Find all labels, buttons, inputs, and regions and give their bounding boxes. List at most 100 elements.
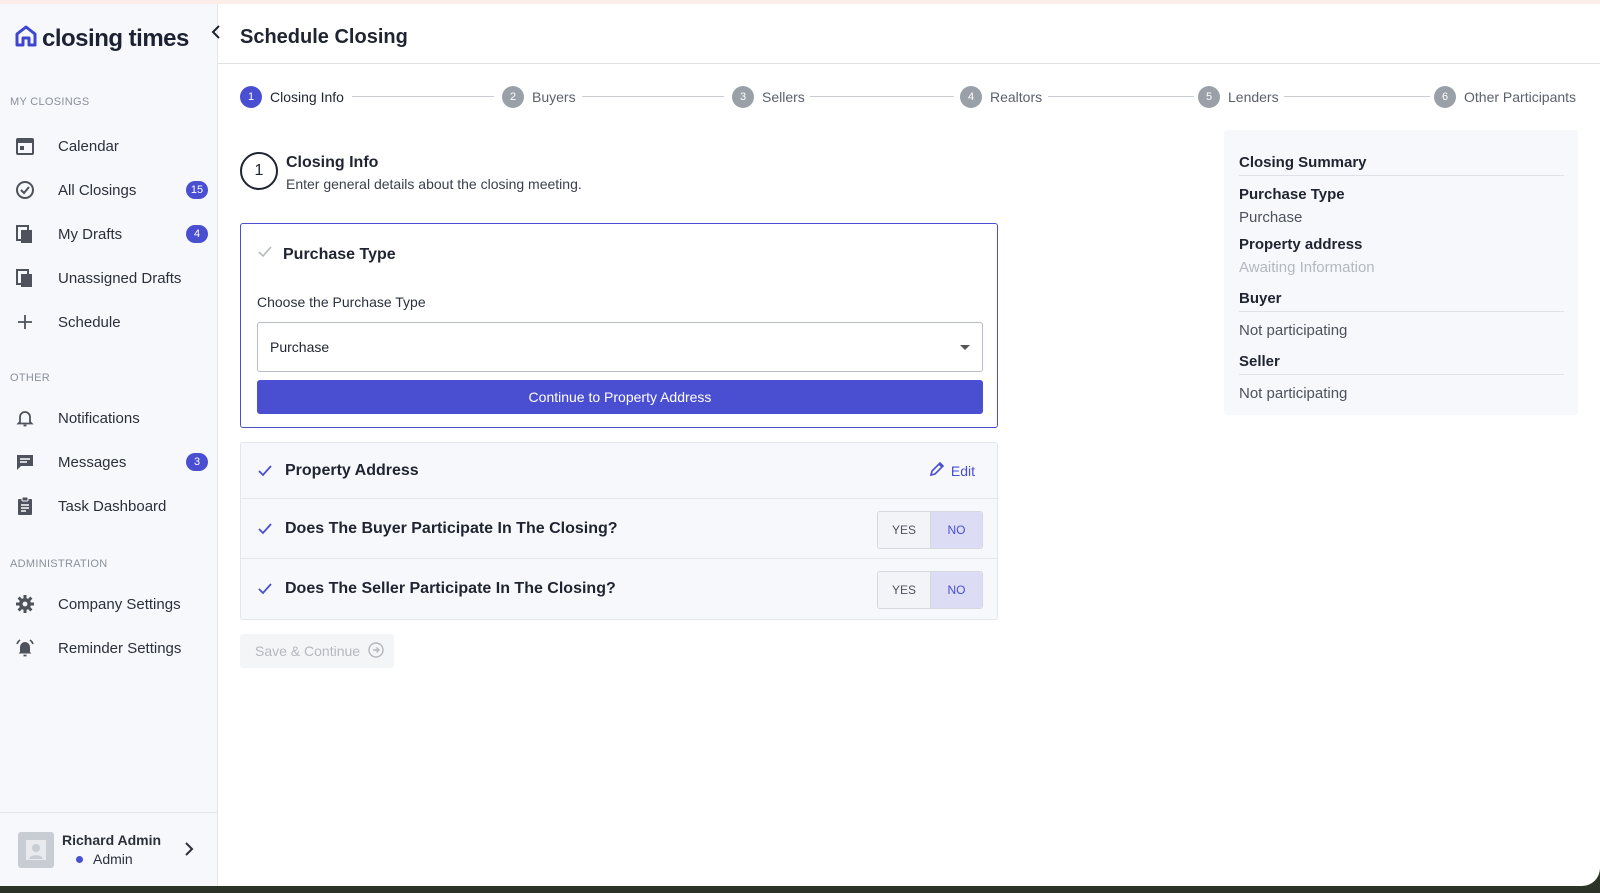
step-buyers[interactable]: 2 Buyers (502, 85, 576, 109)
step-connector (810, 96, 954, 97)
save-and-continue-button[interactable]: Save & Continue (240, 634, 394, 668)
sidebar-item-my-drafts[interactable]: My Drafts 4 (0, 214, 218, 254)
sidebar-item-label: My Drafts (58, 225, 123, 243)
step-number: 2 (502, 86, 524, 108)
documents-icon (14, 223, 36, 245)
gear-icon (14, 593, 36, 615)
sidebar-item-reminder-settings[interactable]: Reminder Settings (0, 628, 218, 668)
yes-button[interactable]: YES (878, 512, 930, 548)
sidebar-item-label: Unassigned Drafts (58, 269, 182, 287)
row-title: Property Address (285, 461, 419, 479)
summary-property-address-value: Awaiting Information (1239, 259, 1375, 276)
sidebar-item-label: All Closings (58, 181, 137, 199)
edit-button[interactable]: Edit (929, 461, 975, 480)
step-sellers[interactable]: 3 Sellers (732, 85, 805, 109)
step-closing-info[interactable]: 1 Closing Info (240, 85, 344, 109)
bell-icon (14, 407, 36, 429)
step-label: Buyers (532, 89, 576, 105)
step-number: 4 (960, 86, 982, 108)
sidebar-item-task-dashboard[interactable]: Task Dashboard (0, 486, 218, 526)
step-lenders[interactable]: 5 Lenders (1198, 85, 1279, 109)
purchase-type-select[interactable]: Purchase (257, 322, 983, 372)
status-dot (76, 855, 83, 863)
step-realtors[interactable]: 4 Realtors (960, 85, 1042, 109)
stepper: 1 Closing Info 2 Buyers 3 Sellers 4 Real… (240, 85, 1580, 109)
check-icon (257, 244, 273, 265)
step-connector (352, 96, 494, 97)
sidebar-item-label: Messages (58, 453, 127, 471)
sidebar: closing times MY CLOSINGS Calendar All C… (0, 4, 218, 886)
logo[interactable]: closing times (14, 24, 189, 53)
section-title-my-closings: MY CLOSINGS (10, 96, 90, 108)
sidebar-item-all-closings[interactable]: All Closings 15 (0, 170, 218, 210)
sidebar-item-schedule[interactable]: Schedule (0, 302, 218, 342)
pencil-icon (929, 461, 945, 480)
sidebar-item-label: Company Settings (58, 595, 181, 613)
edit-label: Edit (950, 462, 975, 479)
step-label: Closing Info (270, 89, 344, 105)
step-number: 5 (1198, 86, 1220, 108)
section-number: 1 (240, 152, 278, 190)
user-name: Richard Admin (62, 832, 162, 848)
check-circle-icon (14, 179, 36, 201)
count-badge: 3 (186, 453, 208, 471)
clipboard-icon (14, 495, 36, 517)
sidebar-item-calendar[interactable]: Calendar (0, 126, 218, 166)
step-label: Sellers (762, 89, 805, 105)
step-other-participants[interactable]: 6 Other Participants (1434, 85, 1576, 109)
yes-button[interactable]: YES (878, 572, 930, 608)
sidebar-item-label: Schedule (58, 313, 121, 331)
sidebar-item-company-settings[interactable]: Company Settings (0, 584, 218, 624)
seller-yes-no-toggle: YES NO (877, 571, 983, 609)
section-title: Closing Info (286, 154, 379, 171)
header: Schedule Closing (218, 4, 1600, 64)
continue-to-property-address-button[interactable]: Continue to Property Address (257, 380, 983, 414)
summary-purchase-type-label: Purchase Type (1239, 186, 1345, 203)
check-icon (257, 581, 277, 597)
page-title: Schedule Closing (240, 26, 408, 48)
no-button[interactable]: NO (930, 512, 982, 548)
house-logo-icon (14, 24, 38, 53)
buyer-yes-no-toggle: YES NO (877, 511, 983, 549)
sidebar-item-label: Reminder Settings (58, 639, 182, 657)
summary-seller-label: Seller (1239, 353, 1564, 375)
sidebar-item-messages[interactable]: Messages 3 (0, 442, 218, 482)
step-number: 1 (240, 86, 262, 108)
summary-buyer-value: Not participating (1239, 322, 1348, 339)
arrow-circle-right-icon (368, 641, 384, 661)
step-connector (582, 96, 724, 97)
step-connector (1284, 96, 1430, 97)
chevron-left-icon (211, 24, 221, 44)
closing-summary-panel: Closing Summary Purchase Type Purchase P… (1224, 130, 1578, 415)
logo-text: closing times (42, 24, 189, 52)
summary-title: Closing Summary (1239, 154, 1564, 176)
collapse-sidebar-button[interactable] (204, 22, 228, 46)
section-title-other: OTHER (10, 372, 50, 384)
step-label: Lenders (1228, 89, 1279, 105)
step-label: Other Participants (1464, 89, 1577, 105)
step-number: 3 (732, 86, 754, 108)
user-menu[interactable]: Richard Admin Admin (0, 812, 218, 886)
property-address-row: Property Address Edit (241, 443, 997, 499)
sidebar-item-notifications[interactable]: Notifications (0, 398, 218, 438)
no-button[interactable]: NO (930, 572, 982, 608)
save-label: Save & Continue (255, 643, 361, 659)
completed-steps-list: Property Address Edit Does The Buyer Par… (240, 442, 998, 620)
chevron-right-icon (184, 842, 194, 861)
seller-participation-row: Does The Seller Participate In The Closi… (241, 559, 997, 619)
sidebar-item-unassigned-drafts[interactable]: Unassigned Drafts (0, 258, 218, 298)
summary-purchase-type-value: Purchase (1239, 209, 1303, 226)
section-subtitle: Enter general details about the closing … (286, 176, 582, 192)
summary-seller-value: Not participating (1239, 385, 1348, 402)
bell-ring-icon (14, 637, 36, 659)
card-title: Purchase Type (283, 245, 396, 263)
section-heading: 1 Closing Info Enter general details abo… (240, 152, 582, 192)
count-badge: 15 (186, 181, 208, 199)
select-value: Purchase (270, 339, 330, 355)
documents-icon (14, 267, 36, 289)
check-icon (257, 521, 277, 537)
purchase-type-label: Choose the Purchase Type (257, 294, 426, 310)
step-label: Realtors (990, 89, 1043, 105)
step-number: 6 (1434, 86, 1456, 108)
chat-icon (14, 451, 36, 473)
